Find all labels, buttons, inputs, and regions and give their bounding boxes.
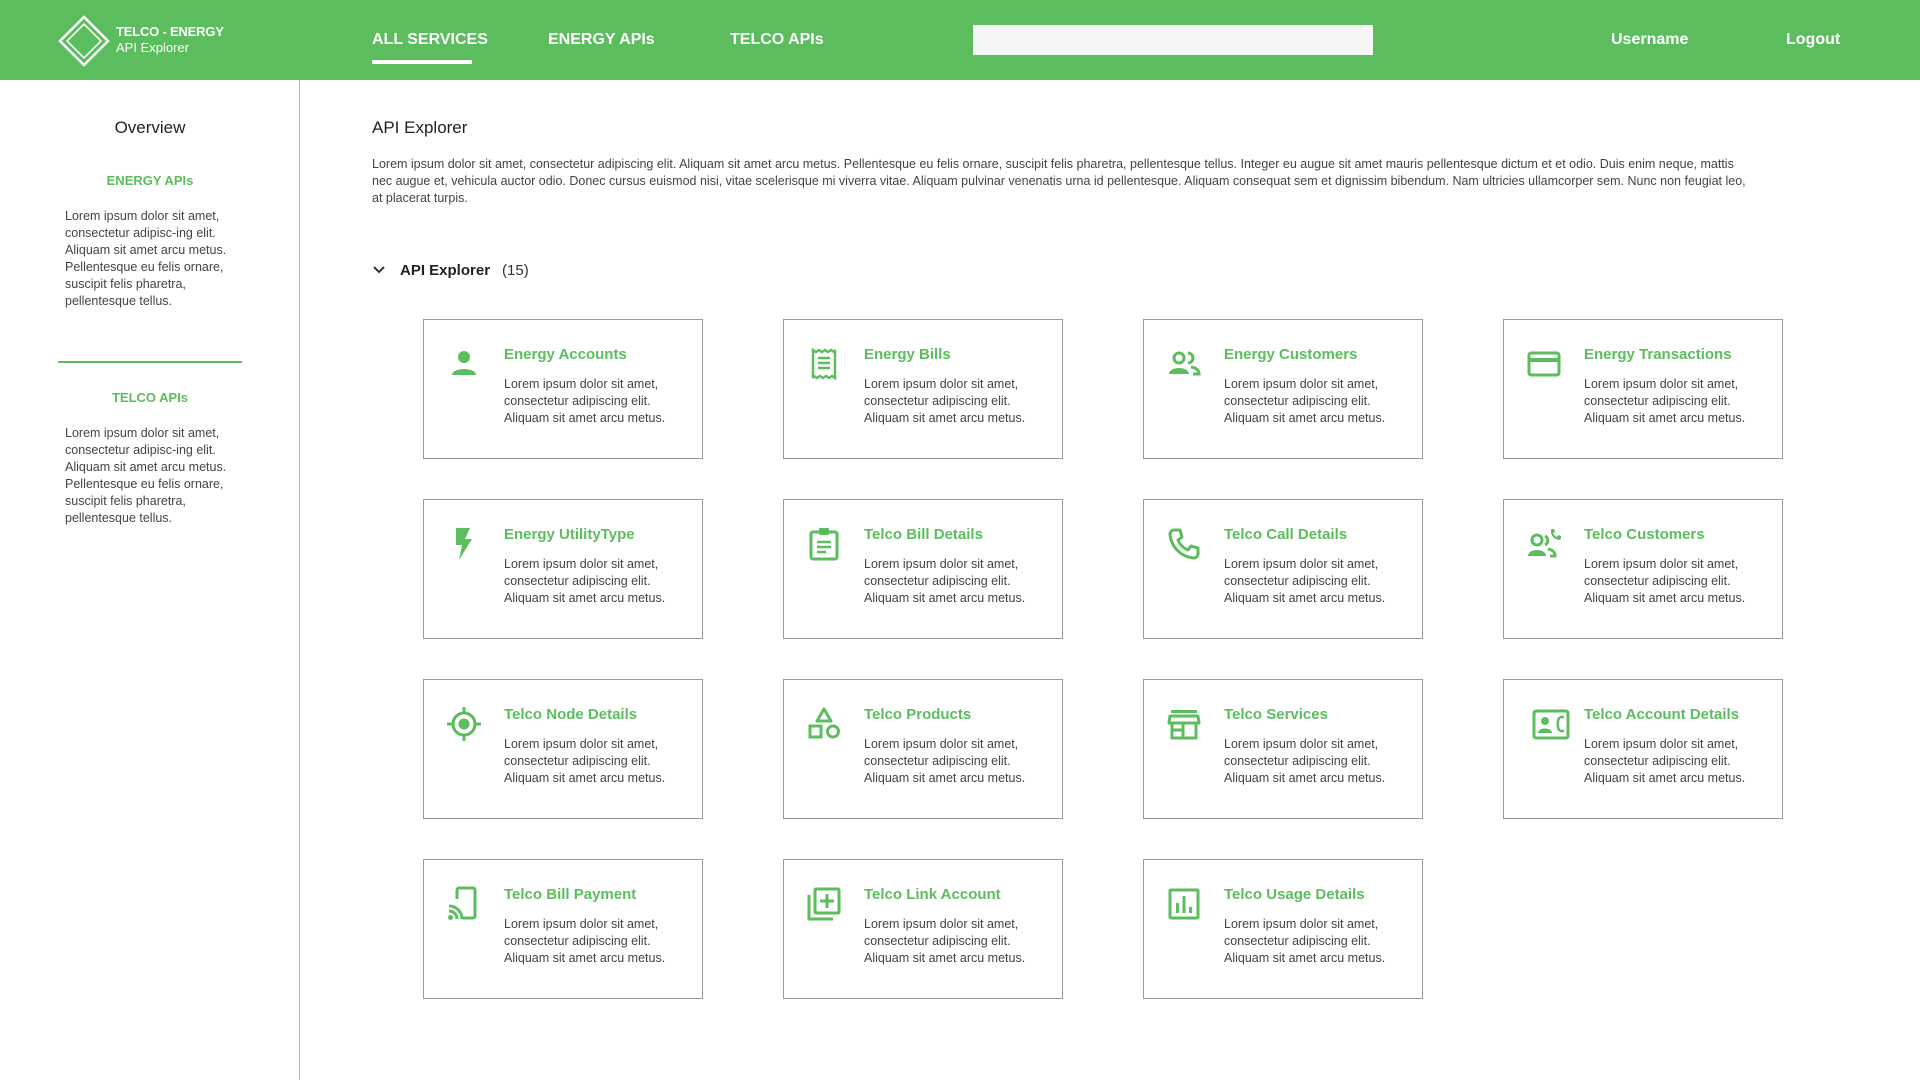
- card-description: Lorem ipsum dolor sit amet, consectetur …: [1584, 557, 1746, 605]
- card-description: Lorem ipsum dolor sit amet, consectetur …: [504, 917, 666, 965]
- credit-card-icon: [1527, 351, 1561, 377]
- card-title: Telco Bill Details: [864, 526, 983, 543]
- card-description: Lorem ipsum dolor sit amet, consectetur …: [504, 557, 666, 605]
- chevron-down-icon: [373, 266, 385, 274]
- sidebar-title: Overview: [114, 118, 186, 137]
- phone-icon: [1168, 528, 1200, 560]
- logout-link[interactable]: Logout: [1786, 0, 1840, 80]
- contact-phone-icon: [1532, 709, 1570, 740]
- brand-subtitle: API Explorer: [116, 40, 189, 55]
- card-description: Lorem ipsum dolor sit amet, consectetur …: [1584, 737, 1746, 785]
- active-nav-indicator: [372, 60, 472, 64]
- card-title: Telco Bill Payment: [504, 886, 637, 903]
- api-card-energy-bills[interactable]: Energy Bills Lorem ipsum dolor sit amet,…: [783, 319, 1063, 459]
- api-card-telco-call-details[interactable]: Telco Call Details Lorem ipsum dolor sit…: [1143, 499, 1423, 639]
- card-description: Lorem ipsum dolor sit amet, consectetur …: [504, 737, 666, 785]
- sidebar: Overview ENERGY APIs Lorem ipsum dolor s…: [0, 80, 300, 1080]
- card-title: Telco Link Account: [864, 886, 1001, 903]
- card-description: Lorem ipsum dolor sit amet, consectetur …: [864, 917, 1026, 965]
- shapes-icon: [808, 707, 840, 739]
- card-title: Telco Call Details: [1224, 526, 1348, 543]
- library-add-icon: [807, 887, 841, 921]
- api-card-energy-utilitytype[interactable]: Energy UtilityType Lorem ipsum dolor sit…: [423, 499, 703, 639]
- clipboard-icon: [809, 528, 839, 561]
- diamond-logo-icon: [58, 15, 110, 67]
- tap-pay-icon: [448, 886, 477, 922]
- card-title: Energy UtilityType: [504, 526, 635, 543]
- sidebar-heading-telco-apis[interactable]: TELCO APIs: [0, 390, 300, 405]
- search-input[interactable]: [973, 25, 1373, 55]
- target-icon: [447, 707, 481, 741]
- store-icon: [1167, 710, 1201, 740]
- brand-logo[interactable]: TELCO - ENERGY API Explorer: [58, 15, 224, 67]
- section-count: (15): [502, 261, 529, 279]
- section-title: API Explorer: [400, 261, 491, 279]
- bar-chart-icon: [1168, 888, 1200, 920]
- card-description: Lorem ipsum dolor sit amet, consectetur …: [1224, 557, 1386, 605]
- card-title: Telco Account Details: [1584, 706, 1740, 723]
- card-title: Telco Node Details: [504, 706, 638, 723]
- api-card-energy-accounts[interactable]: Energy Accounts Lorem ipsum dolor sit am…: [423, 319, 703, 459]
- api-card-telco-bill-payment[interactable]: Telco Bill Payment Lorem ipsum dolor sit…: [423, 859, 703, 999]
- card-description: Lorem ipsum dolor sit amet, consectetur …: [864, 377, 1026, 425]
- people-call-icon: [1528, 529, 1561, 558]
- receipt-icon: [811, 347, 837, 381]
- page-description: Lorem ipsum dolor sit amet, consectetur …: [372, 157, 1746, 205]
- card-description: Lorem ipsum dolor sit amet, consectetur …: [1224, 737, 1386, 785]
- card-title: Energy Bills: [864, 346, 951, 363]
- api-card-telco-bill-details[interactable]: Telco Bill Details Lorem ipsum dolor sit…: [783, 499, 1063, 639]
- api-card-telco-customers[interactable]: Telco Customers Lorem ipsum dolor sit am…: [1503, 499, 1783, 639]
- nav-telco-apis[interactable]: TELCO APIs: [730, 0, 824, 80]
- username-link[interactable]: Username: [1611, 0, 1688, 80]
- api-card-telco-account-details[interactable]: Telco Account Details Lorem ipsum dolor …: [1503, 679, 1783, 819]
- api-card-energy-customers[interactable]: Energy Customers Lorem ipsum dolor sit a…: [1143, 319, 1423, 459]
- api-card-energy-transactions[interactable]: Energy Transactions Lorem ipsum dolor si…: [1503, 319, 1783, 459]
- card-description: Lorem ipsum dolor sit amet, consectetur …: [864, 737, 1026, 785]
- sidebar-text-telco: Lorem ipsum dolor sit amet, consectetur …: [65, 426, 227, 525]
- bolt-icon: [456, 528, 472, 560]
- people-icon: [1169, 351, 1201, 376]
- sidebar-divider: [58, 361, 242, 363]
- api-card-telco-usage-details[interactable]: Telco Usage Details Lorem ipsum dolor si…: [1143, 859, 1423, 999]
- api-explorer-section-toggle[interactable]: API Explorer (15): [372, 258, 529, 282]
- card-description: Lorem ipsum dolor sit amet, consectetur …: [1584, 377, 1746, 425]
- card-title: Telco Services: [1224, 706, 1328, 723]
- card-description: Lorem ipsum dolor sit amet, consectetur …: [504, 377, 666, 425]
- card-title: Telco Customers: [1584, 526, 1705, 543]
- card-description: Lorem ipsum dolor sit amet, consectetur …: [1224, 377, 1386, 425]
- api-card-telco-services[interactable]: Telco Services Lorem ipsum dolor sit ame…: [1143, 679, 1423, 819]
- api-card-telco-link-account[interactable]: Telco Link Account Lorem ipsum dolor sit…: [783, 859, 1063, 999]
- card-description: Lorem ipsum dolor sit amet, consectetur …: [864, 557, 1026, 605]
- brand-name: TELCO - ENERGY: [116, 24, 224, 39]
- card-description: Lorem ipsum dolor sit amet, consectetur …: [1224, 917, 1386, 965]
- api-card-telco-node-details[interactable]: Telco Node Details Lorem ipsum dolor sit…: [423, 679, 703, 819]
- card-title: Telco Products: [864, 706, 972, 723]
- card-title: Energy Customers: [1224, 346, 1358, 363]
- nav-all-services[interactable]: ALL SERVICES: [372, 0, 488, 80]
- top-navigation-bar: TELCO - ENERGY API Explorer ALL SERVICES…: [0, 0, 1920, 80]
- person-icon: [452, 351, 476, 375]
- page-title: API Explorer: [372, 118, 468, 137]
- sidebar-heading-energy-apis[interactable]: ENERGY APIs: [0, 173, 300, 188]
- card-title: Energy Transactions: [1584, 346, 1732, 363]
- nav-energy-apis[interactable]: ENERGY APIs: [548, 0, 655, 80]
- sidebar-text-energy: Lorem ipsum dolor sit amet, consectetur …: [65, 209, 227, 308]
- api-card-telco-products[interactable]: Telco Products Lorem ipsum dolor sit ame…: [783, 679, 1063, 819]
- card-title: Energy Accounts: [504, 346, 627, 363]
- card-title: Telco Usage Details: [1224, 886, 1365, 903]
